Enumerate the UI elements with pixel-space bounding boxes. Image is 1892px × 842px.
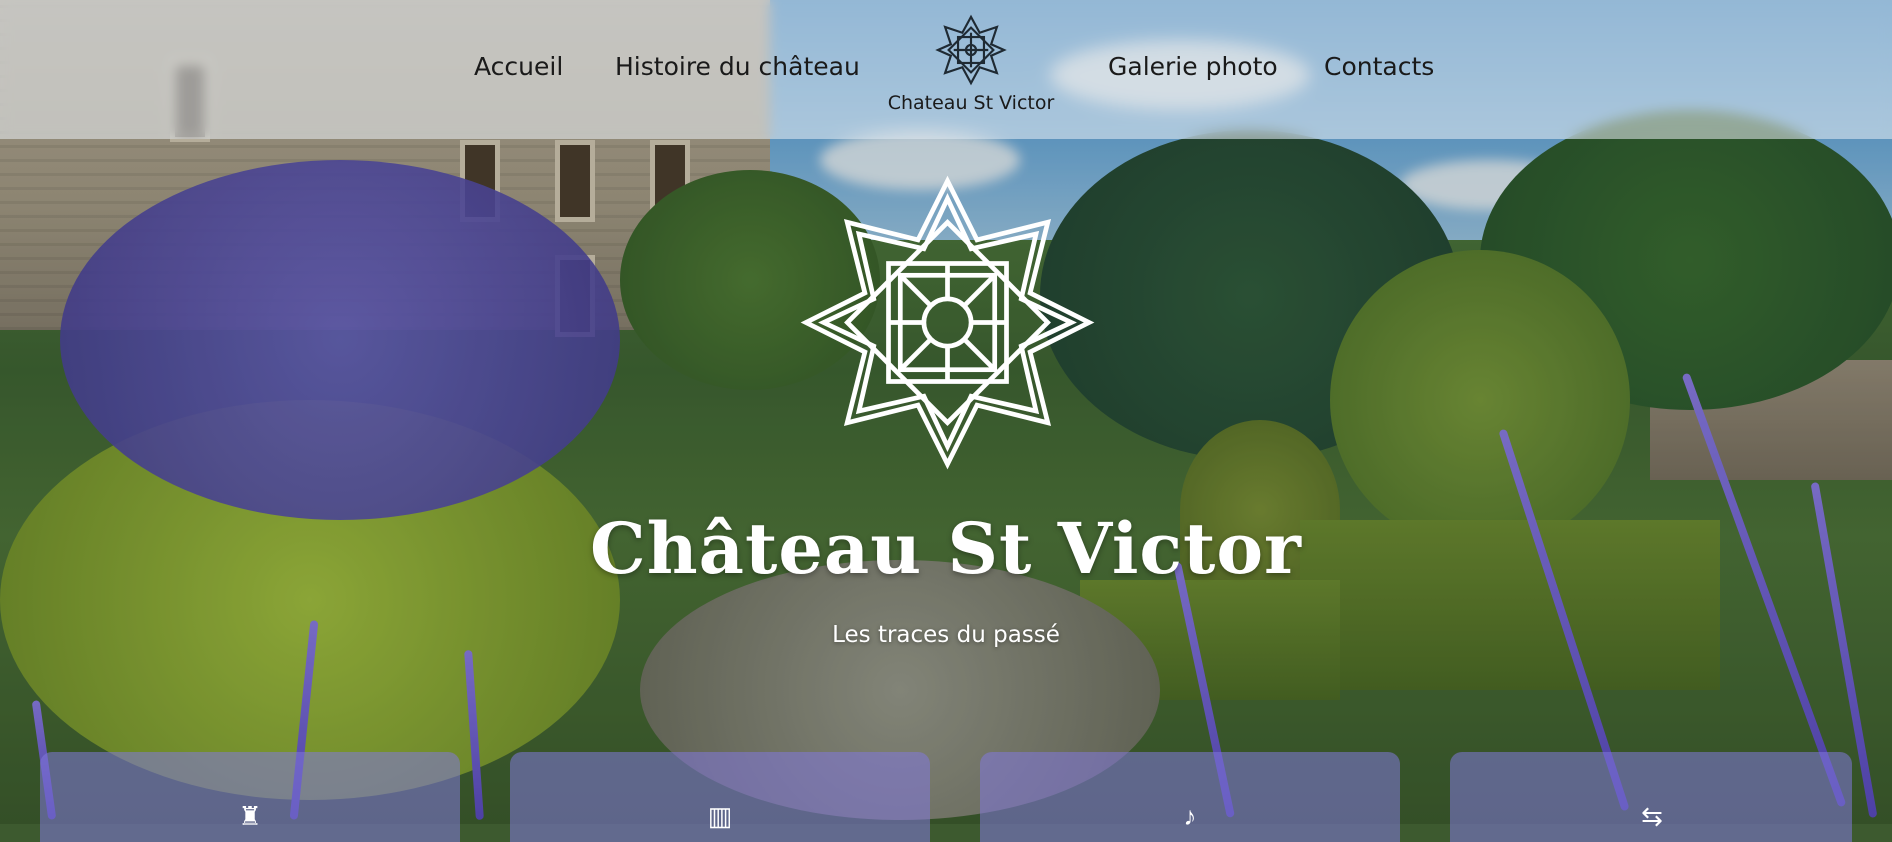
feature-card[interactable]: ⇆ — [1450, 752, 1852, 842]
nav-contacts[interactable]: Contacts — [1324, 52, 1434, 81]
hero-title: Château St Victor — [590, 507, 1302, 590]
chateau-emblem-icon — [800, 175, 1095, 470]
chateau-logo-icon[interactable] — [935, 14, 1007, 86]
logo-text[interactable]: Chateau St Victor — [880, 92, 1062, 114]
nav-galerie-photo[interactable]: Galerie photo — [1108, 52, 1278, 81]
site-header: Accueil Histoire du château Chateau St V… — [0, 0, 1892, 139]
feature-card[interactable]: ♪ — [980, 752, 1400, 842]
music-note-icon: ♪ — [1183, 801, 1197, 831]
feature-card[interactable]: ♜ — [40, 752, 460, 842]
hero-subtitle: Les traces du passé — [832, 622, 1060, 648]
feature-card[interactable]: ▥ — [510, 752, 930, 842]
castle-icon: ♜ — [238, 801, 262, 831]
nav-histoire-du-chateau[interactable]: Histoire du château — [615, 52, 860, 81]
nav-accueil[interactable]: Accueil — [474, 52, 563, 81]
feature-cards: ♜ ▥ ♪ ⇆ — [40, 752, 1852, 842]
building-icon: ▥ — [707, 801, 733, 831]
signpost-icon: ⇆ — [1641, 801, 1663, 831]
